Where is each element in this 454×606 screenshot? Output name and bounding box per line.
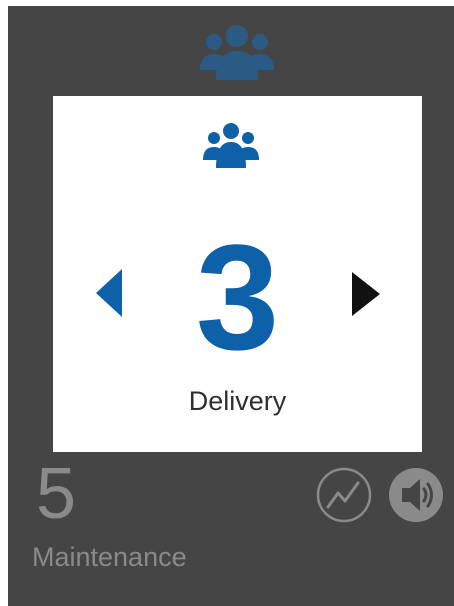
current-item-card: 3 Delivery: [53, 96, 422, 452]
sound-button[interactable]: [388, 467, 444, 523]
current-item-label: Delivery: [188, 386, 287, 416]
next-item-label: Maintenance: [32, 542, 187, 572]
trend-chart-icon: [326, 481, 360, 509]
group-icon: [203, 123, 259, 168]
selector-panel: 3 Delivery 5 Maintenance: [8, 6, 454, 606]
caret-right-icon: [352, 272, 380, 316]
chart-button[interactable]: [316, 467, 372, 523]
next-arrow-button[interactable]: [352, 272, 380, 316]
next-item-count: 5: [36, 454, 77, 534]
group-icon-background: [200, 25, 274, 80]
